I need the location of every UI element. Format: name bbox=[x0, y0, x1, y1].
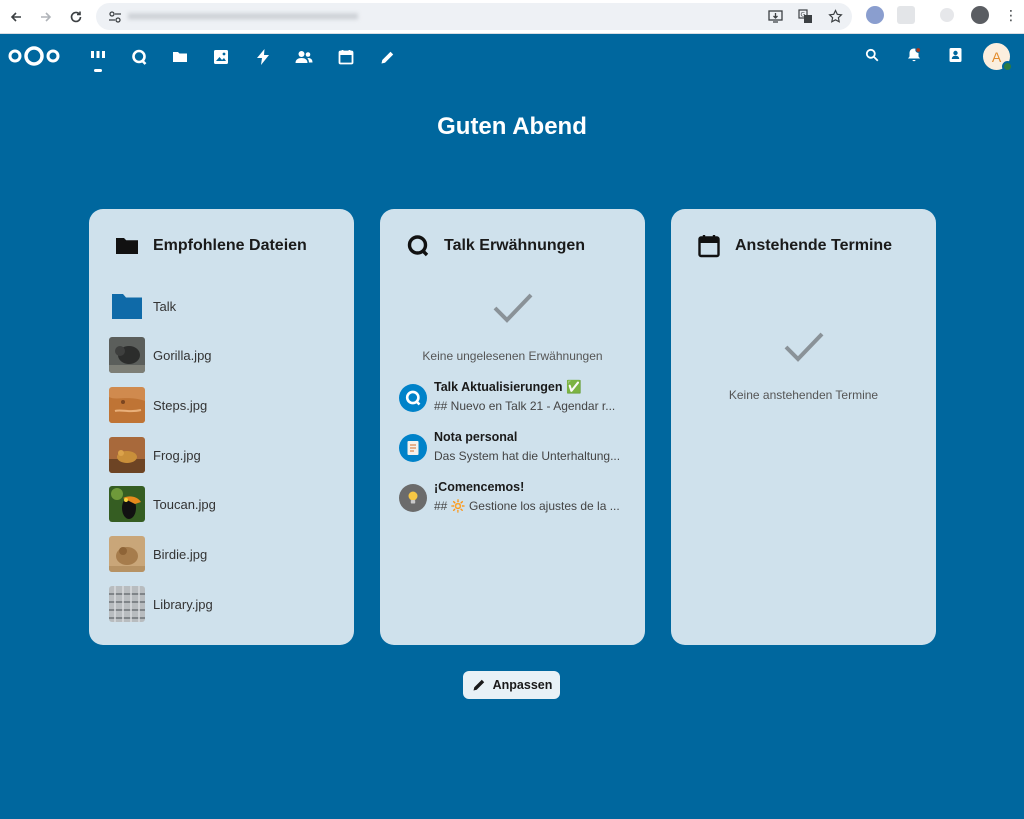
talk-icon[interactable] bbox=[129, 47, 149, 67]
file-thumbnail bbox=[109, 387, 145, 423]
file-thumbnail bbox=[109, 586, 145, 622]
folder-icon bbox=[115, 234, 139, 258]
url-text: xxxxxxxxxxxxxxxxxxxxxxxxxxxxxxxxxxxxxxxx… bbox=[128, 11, 358, 22]
profile-icon[interactable] bbox=[971, 6, 989, 24]
customize-button[interactable]: Anpassen bbox=[463, 671, 560, 699]
folder-icon bbox=[109, 288, 145, 324]
nextcloud-logo-icon[interactable] bbox=[8, 44, 60, 68]
online-status-dot bbox=[1002, 61, 1013, 72]
empty-state-text: Keine anstehenden Termine bbox=[728, 388, 879, 402]
talk-icon bbox=[399, 384, 427, 412]
extension-icon[interactable] bbox=[940, 8, 954, 22]
file-item[interactable]: Talk bbox=[109, 287, 339, 325]
widget-title: Anstehende Termine bbox=[697, 234, 892, 258]
dashboard-icon[interactable] bbox=[88, 47, 108, 72]
list-item[interactable]: ¡Comencemos! ## 🔆 Gestione los ajustes d… bbox=[399, 479, 629, 519]
widget-upcoming-events: Anstehende Termine Keine anstehenden Ter… bbox=[671, 209, 936, 645]
notifications-bell-icon[interactable] bbox=[904, 45, 924, 65]
file-thumbnail bbox=[109, 486, 145, 522]
file-item[interactable]: Frog.jpg bbox=[109, 436, 339, 474]
install-app-icon[interactable] bbox=[766, 7, 784, 25]
file-item[interactable]: Steps.jpg bbox=[109, 386, 339, 424]
file-thumbnail bbox=[109, 536, 145, 572]
address-bar[interactable]: xxxxxxxxxxxxxxxxxxxxxxxxxxxxxxxxxxxxxxxx… bbox=[96, 3, 852, 30]
reload-icon[interactable] bbox=[62, 3, 90, 31]
contacts-menu-icon[interactable] bbox=[945, 45, 965, 65]
avatar-initial: A bbox=[991, 48, 1002, 65]
site-settings-icon[interactable] bbox=[102, 10, 128, 23]
forward-arrow-icon[interactable] bbox=[32, 3, 60, 31]
contacts-people-icon[interactable] bbox=[294, 47, 314, 67]
list-item[interactable]: Nota personal Das System hat die Unterha… bbox=[399, 429, 629, 469]
widget-title: Empfohlene Dateien bbox=[115, 234, 307, 258]
widget-talk-mentions: Talk Erwähnungen Keine ungelesenen Erwäh… bbox=[380, 209, 645, 645]
file-item[interactable]: Toucan.jpg bbox=[109, 485, 339, 523]
extension-icon[interactable] bbox=[897, 6, 915, 24]
activity-lightning-icon[interactable] bbox=[253, 47, 273, 67]
file-item[interactable]: Gorilla.jpg bbox=[109, 336, 339, 374]
file-thumbnail bbox=[109, 337, 145, 373]
svg-text:G: G bbox=[800, 11, 805, 18]
files-folder-icon[interactable] bbox=[170, 47, 190, 67]
user-avatar[interactable]: A bbox=[983, 43, 1013, 72]
notes-pencil-icon[interactable] bbox=[377, 47, 397, 67]
photos-icon[interactable] bbox=[211, 47, 231, 67]
widget-title: Talk Erwähnungen bbox=[406, 234, 585, 258]
translate-icon[interactable]: G bbox=[796, 7, 814, 25]
extension-icon[interactable] bbox=[866, 6, 884, 24]
note-icon bbox=[399, 434, 427, 462]
app-header bbox=[0, 35, 1024, 77]
menu-kebab-icon[interactable]: ⋮ bbox=[1004, 6, 1018, 24]
file-item[interactable]: Library.jpg bbox=[109, 585, 339, 623]
lightbulb-icon bbox=[399, 484, 427, 512]
checkmark-icon bbox=[380, 291, 645, 325]
empty-state-text: Keine ungelesenen Erwähnungen bbox=[422, 349, 603, 363]
calendar-icon bbox=[697, 234, 721, 258]
browser-toolbar: xxxxxxxxxxxxxxxxxxxxxxxxxxxxxxxxxxxxxxxx… bbox=[0, 0, 1024, 34]
bookmark-star-icon[interactable] bbox=[826, 7, 844, 25]
search-icon[interactable] bbox=[862, 45, 882, 65]
talk-icon bbox=[406, 234, 430, 258]
widget-recommended-files: Empfohlene Dateien Talk Gorilla.jpg Step… bbox=[89, 209, 354, 645]
list-item[interactable]: Talk Aktualisierungen ✅ ## Nuevo en Talk… bbox=[399, 379, 629, 419]
file-item[interactable]: Birdie.jpg bbox=[109, 535, 339, 573]
back-arrow-icon[interactable] bbox=[2, 3, 30, 31]
file-thumbnail bbox=[109, 437, 145, 473]
page-greeting: Guten Abend bbox=[437, 113, 587, 140]
checkmark-icon bbox=[671, 330, 936, 364]
pencil-icon bbox=[471, 677, 487, 693]
calendar-icon[interactable] bbox=[336, 47, 356, 67]
